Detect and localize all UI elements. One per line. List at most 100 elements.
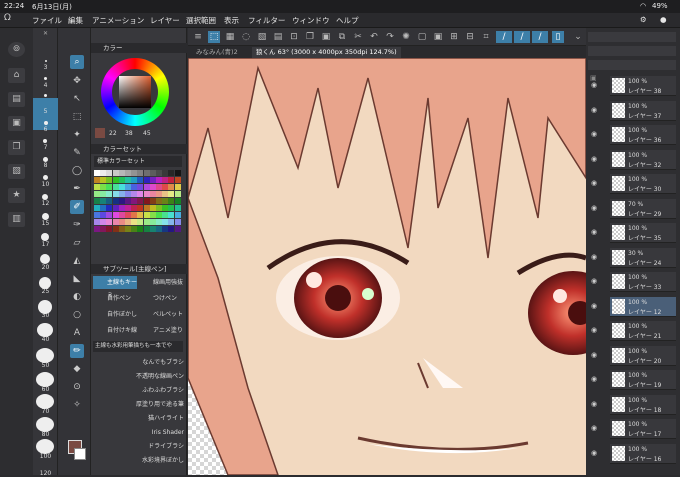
folder-icon[interactable]: ▤ — [8, 92, 25, 107]
stabilizer-3-icon[interactable]: ∕ — [532, 31, 548, 43]
eye-icon[interactable]: ◉ — [589, 106, 599, 115]
color-swatch[interactable] — [131, 184, 138, 190]
color-swatch[interactable] — [137, 226, 144, 232]
color-swatch[interactable] — [125, 205, 131, 211]
brush-size-60[interactable]: 60 — [33, 386, 58, 393]
layer-row[interactable]: 100 % レイヤー 30 — [610, 174, 676, 194]
subtool-velvet[interactable]: ベルペット — [139, 308, 183, 321]
color-swatch[interactable] — [149, 184, 156, 190]
color-swatch[interactable] — [143, 212, 150, 218]
color-swatch[interactable] — [156, 170, 162, 176]
color-swatch[interactable] — [174, 184, 181, 190]
move-tool-icon[interactable]: ✥ — [70, 74, 84, 88]
eye-icon[interactable]: ◉ — [589, 228, 599, 237]
color-swatch[interactable] — [94, 170, 100, 176]
color-swatch[interactable] — [106, 170, 113, 176]
color-swatch[interactable] — [106, 198, 113, 204]
color-swatch[interactable] — [106, 184, 113, 190]
color-swatch[interactable] — [137, 198, 144, 204]
gear-icon[interactable]: ⊚ — [8, 42, 25, 57]
select-tool-icon[interactable]: ⬚ — [70, 110, 84, 124]
grid-icon[interactable]: ▦ — [224, 31, 236, 43]
brush-item-8[interactable]: 水彩境界ぼかし — [94, 456, 184, 466]
color-swatch[interactable] — [143, 226, 150, 232]
color-swatch[interactable] — [162, 212, 169, 218]
color-swatch[interactable] — [168, 212, 175, 218]
layer-blend-mode[interactable] — [588, 46, 676, 56]
layer-row[interactable]: 100 % レイヤー 12 — [610, 296, 676, 317]
device-icon[interactable]: ▯ — [552, 31, 564, 43]
copy-icon[interactable]: ❐ — [8, 140, 25, 155]
layer-row[interactable]: 100 % レイヤー 38 — [610, 76, 676, 96]
color-swatch[interactable] — [131, 191, 138, 197]
export-icon[interactable]: ▧ — [8, 164, 25, 179]
eye-icon[interactable]: ◉ — [589, 81, 599, 90]
app-logo-icon[interactable]: ᘯ — [4, 13, 11, 23]
color-swatch[interactable] — [156, 198, 162, 204]
color-swatch[interactable] — [106, 219, 113, 225]
color-swatch[interactable] — [118, 170, 125, 176]
color-swatch[interactable] — [112, 191, 119, 197]
brush-item-7[interactable]: ドライブラシ — [94, 442, 184, 452]
color-swatch[interactable] — [149, 177, 156, 183]
undo-icon[interactable]: ↶ — [368, 31, 380, 43]
paste-icon[interactable]: ▣ — [320, 31, 332, 43]
line-correction-icon[interactable]: ✏ — [70, 344, 84, 358]
outline-icon[interactable]: ⊟ — [464, 31, 476, 43]
color-swatch[interactable] — [174, 219, 181, 225]
cut-icon[interactable]: ✂ — [352, 31, 364, 43]
fit-icon[interactable]: ⌗ — [480, 31, 492, 43]
star-icon[interactable]: ★ — [8, 188, 25, 203]
brush-size-40[interactable]: 40 — [33, 336, 58, 343]
eraser-tool-icon[interactable]: ▱ — [70, 236, 84, 250]
color-swatch[interactable] — [100, 205, 107, 211]
color-swatch[interactable] — [168, 177, 175, 183]
brush-size-6[interactable]: 6 — [33, 126, 58, 133]
eye-icon[interactable]: ◉ — [589, 179, 599, 188]
drawing-canvas[interactable] — [188, 58, 586, 475]
color-swatch[interactable] — [162, 170, 169, 176]
color-swatch[interactable] — [162, 191, 169, 197]
color-swatch[interactable] — [100, 219, 107, 225]
brush-size-50[interactable]: 50 — [33, 362, 58, 369]
brush-size-20[interactable]: 20 — [33, 264, 58, 271]
eye-icon[interactable]: ◉ — [589, 400, 599, 409]
color-swatch[interactable] — [94, 191, 100, 197]
color-swatch[interactable] — [125, 226, 131, 232]
color-swatch[interactable] — [131, 219, 138, 225]
color-swatch[interactable] — [174, 191, 181, 197]
color-swatch[interactable] — [143, 219, 150, 225]
color-swatch[interactable] — [131, 198, 138, 204]
fill-icon[interactable]: ▤ — [272, 31, 284, 43]
brush-size-4[interactable]: 4 — [33, 82, 58, 89]
brush-tool-icon[interactable]: ✐ — [70, 200, 84, 214]
color-swatch[interactable] — [118, 226, 125, 232]
brush-item-4[interactable]: 厚塗り用で途る筆 — [94, 400, 184, 410]
flip-icon[interactable]: ⧉ — [336, 31, 348, 43]
color-swatch[interactable] — [143, 198, 150, 204]
blend-tool-icon[interactable]: ◭ — [70, 254, 84, 268]
color-swatch[interactable] — [112, 184, 119, 190]
fill-tool-icon[interactable]: ◣ — [70, 272, 84, 286]
ruler-icon[interactable]: ◆ — [70, 362, 84, 376]
panel-close-icon[interactable]: ✕ — [33, 30, 58, 37]
color-swatch[interactable] — [94, 198, 100, 204]
menu-view[interactable]: 表示 — [224, 15, 239, 26]
settings-icon[interactable]: ⚙ — [640, 15, 647, 24]
color-swatch[interactable] — [125, 184, 131, 190]
eye-icon[interactable]: ◉ — [589, 424, 599, 433]
color-swatch[interactable] — [143, 184, 150, 190]
color-swatch[interactable] — [174, 226, 181, 232]
color-swatch[interactable] — [168, 191, 175, 197]
color-swatch[interactable] — [156, 184, 162, 190]
layer-row[interactable]: 100 % レイヤー 16 — [610, 443, 676, 464]
layer-row[interactable]: 100 % レイヤー 35 — [610, 223, 676, 243]
clear-icon[interactable]: ▧ — [256, 31, 268, 43]
save-icon[interactable]: ▣ — [8, 116, 25, 131]
color-swatch[interactable] — [168, 205, 175, 211]
layer-row[interactable]: 30 % レイヤー 24 — [610, 247, 676, 268]
color-swatch[interactable] — [112, 212, 119, 218]
layer-row[interactable]: 70 % レイヤー 29 — [610, 198, 676, 219]
color-swatch[interactable] — [106, 212, 113, 218]
subtool-g-pen[interactable]: つけペン — [139, 292, 183, 305]
